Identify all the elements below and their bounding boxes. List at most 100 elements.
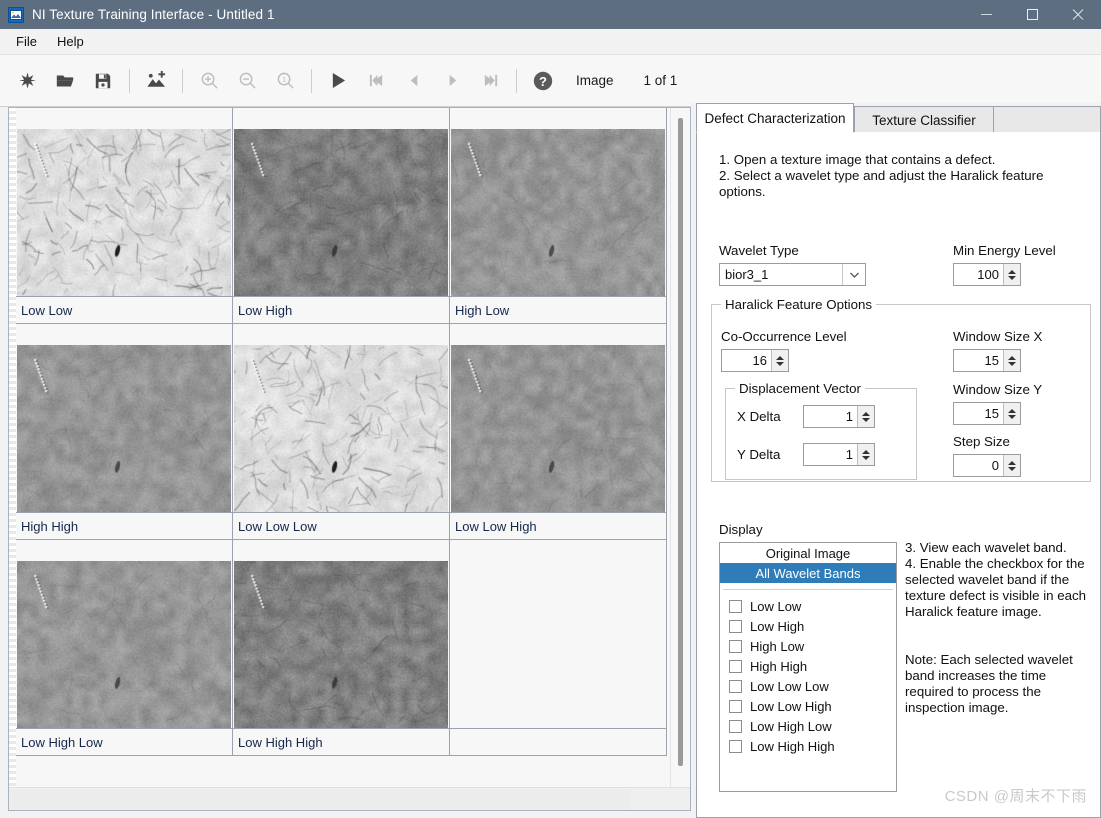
wavelet-band-cell[interactable]: Low High bbox=[233, 108, 450, 324]
checkbox-icon[interactable] bbox=[729, 679, 742, 693]
previous-image-button[interactable] bbox=[397, 64, 431, 98]
spinner-up-icon[interactable] bbox=[1008, 355, 1016, 360]
wavelet-band-cell[interactable]: Low High Low bbox=[16, 540, 233, 756]
wavelet-band-thumbnail[interactable] bbox=[234, 129, 448, 296]
first-image-button[interactable] bbox=[359, 64, 393, 98]
image-grid-panel: Low Low Low High High Low High High Low Low … bbox=[8, 107, 691, 811]
checkbox-icon[interactable] bbox=[729, 719, 742, 733]
wavelet-band-thumbnail[interactable] bbox=[451, 345, 665, 512]
zoom-actual-button[interactable]: 1 bbox=[268, 64, 302, 98]
wavelet-band-cell[interactable]: Low Low High bbox=[450, 324, 667, 540]
save-button[interactable] bbox=[86, 64, 120, 98]
checkbox-icon[interactable] bbox=[729, 739, 742, 753]
tab-texture-classifier[interactable]: Texture Classifier bbox=[854, 106, 994, 133]
window-size-y-stepper[interactable]: 15 bbox=[953, 402, 1021, 425]
new-button[interactable] bbox=[10, 64, 44, 98]
wavelet-band-row[interactable]: Low High bbox=[720, 616, 896, 636]
step-size-spin-arrows[interactable] bbox=[1003, 455, 1020, 476]
window-size-x-stepper[interactable]: 15 bbox=[953, 349, 1021, 372]
co-occurrence-level-stepper[interactable]: 16 bbox=[721, 349, 789, 372]
tab-defect-characterization[interactable]: Defect Characterization bbox=[696, 103, 854, 133]
window-size-y-spin-arrows[interactable] bbox=[1003, 403, 1020, 424]
wavelet-band-row[interactable]: Low Low Low bbox=[720, 676, 896, 696]
spinner-up-icon[interactable] bbox=[1008, 269, 1016, 274]
wavelet-type-select[interactable]: bior3_1 bbox=[719, 263, 866, 286]
checkbox-icon[interactable] bbox=[729, 599, 742, 613]
wavelet-band-thumbnail[interactable] bbox=[234, 345, 448, 512]
x-delta-stepper[interactable]: 1 bbox=[803, 405, 875, 428]
spinner-down-icon[interactable] bbox=[1008, 275, 1016, 280]
add-image-button[interactable] bbox=[139, 64, 173, 98]
co-occurrence-level-spin-arrows[interactable] bbox=[771, 350, 788, 371]
y-delta-spin-arrows[interactable] bbox=[857, 444, 874, 465]
image-panel-horizontal-scrollbar[interactable] bbox=[9, 787, 690, 810]
close-button[interactable] bbox=[1055, 0, 1101, 29]
wavelet-band-row[interactable]: High High bbox=[720, 656, 896, 676]
wavelet-band-thumbnail[interactable] bbox=[17, 345, 231, 512]
spinner-up-icon[interactable] bbox=[1008, 408, 1016, 413]
min-energy-level-stepper[interactable]: 100 bbox=[953, 263, 1021, 286]
wavelet-band-cell[interactable]: High High bbox=[16, 324, 233, 540]
wavelet-band-cell[interactable] bbox=[450, 540, 667, 756]
y-delta-stepper[interactable]: 1 bbox=[803, 443, 875, 466]
minimize-button[interactable] bbox=[963, 0, 1009, 29]
window-size-x-spin-arrows[interactable] bbox=[1003, 350, 1020, 371]
open-button[interactable] bbox=[48, 64, 82, 98]
spinner-down-icon[interactable] bbox=[1008, 361, 1016, 366]
display-mode-item[interactable]: Original Image bbox=[720, 543, 896, 563]
instructions-bottom: 3. View each wavelet band. 4. Enable the… bbox=[905, 540, 1087, 619]
wavelet-band-thumbnail[interactable] bbox=[17, 561, 231, 728]
wavelet-band-row[interactable]: Low High High bbox=[720, 736, 896, 756]
spinner-up-icon[interactable] bbox=[1008, 460, 1016, 465]
title-bar: NI Texture Training Interface - Untitled… bbox=[0, 0, 1101, 29]
horizontal-scroll-thumb[interactable] bbox=[10, 790, 630, 809]
zoom-in-button[interactable] bbox=[192, 64, 226, 98]
last-image-button[interactable] bbox=[473, 64, 507, 98]
wavelet-band-row[interactable]: High Low bbox=[720, 636, 896, 656]
spinner-down-icon[interactable] bbox=[1008, 414, 1016, 419]
wavelet-band-caption-label: Low Low Low bbox=[238, 518, 317, 534]
spinner-down-icon[interactable] bbox=[776, 361, 784, 366]
spinner-down-icon[interactable] bbox=[1008, 466, 1016, 471]
next-image-button[interactable] bbox=[435, 64, 469, 98]
texture-image bbox=[17, 129, 231, 296]
menu-item-help[interactable]: Help bbox=[47, 31, 94, 52]
step-size-stepper[interactable]: 0 bbox=[953, 454, 1021, 477]
checkbox-icon[interactable] bbox=[729, 699, 742, 713]
min-energy-level-spin-arrows[interactable] bbox=[1003, 264, 1020, 285]
wavelet-band-thumbnail[interactable] bbox=[234, 561, 448, 728]
help-button[interactable]: ? bbox=[526, 64, 560, 98]
image-panel-vertical-scrollbar[interactable] bbox=[670, 108, 689, 787]
checkbox-icon[interactable] bbox=[729, 659, 742, 673]
spinner-up-icon[interactable] bbox=[862, 411, 870, 416]
spinner-down-icon[interactable] bbox=[862, 455, 870, 460]
wavelet-band-cell[interactable]: Low High High bbox=[233, 540, 450, 756]
min-energy-level-label: Min Energy Level bbox=[953, 243, 1056, 258]
wavelet-band-thumbnail[interactable] bbox=[451, 129, 665, 296]
maximize-button[interactable] bbox=[1009, 0, 1055, 29]
minimize-icon bbox=[980, 14, 992, 15]
spinner-down-icon[interactable] bbox=[862, 417, 870, 422]
spinner-up-icon[interactable] bbox=[776, 355, 784, 360]
play-button[interactable] bbox=[321, 64, 355, 98]
wavelet-band-thumbnail[interactable] bbox=[17, 129, 231, 296]
vertical-scroll-thumb[interactable] bbox=[678, 118, 683, 766]
wavelet-band-cell[interactable]: Low Low bbox=[16, 108, 233, 324]
chevron-down-icon[interactable] bbox=[842, 264, 865, 285]
wavelet-band-row[interactable]: Low High Low bbox=[720, 716, 896, 736]
tab-strip: Defect Characterization Texture Classifi… bbox=[691, 103, 1101, 133]
spinner-up-icon[interactable] bbox=[862, 449, 870, 454]
display-listbox[interactable]: Original Image All Wavelet Bands Low Low L… bbox=[719, 542, 897, 792]
wavelet-band-row[interactable]: Low Low High bbox=[720, 696, 896, 716]
checkbox-icon[interactable] bbox=[729, 619, 742, 633]
co-occurrence-level-label: Co-Occurrence Level bbox=[721, 329, 847, 344]
display-mode-item[interactable]: All Wavelet Bands bbox=[720, 563, 896, 583]
checkbox-icon[interactable] bbox=[729, 639, 742, 653]
wavelet-band-cell[interactable]: High Low bbox=[450, 108, 667, 324]
menu-item-file[interactable]: File bbox=[6, 31, 47, 52]
wavelet-band-cell[interactable]: Low Low Low bbox=[233, 324, 450, 540]
wavelet-band-caption-label: Low High bbox=[238, 302, 293, 318]
x-delta-spin-arrows[interactable] bbox=[857, 406, 874, 427]
wavelet-band-row[interactable]: Low Low bbox=[720, 596, 896, 616]
zoom-out-button[interactable] bbox=[230, 64, 264, 98]
